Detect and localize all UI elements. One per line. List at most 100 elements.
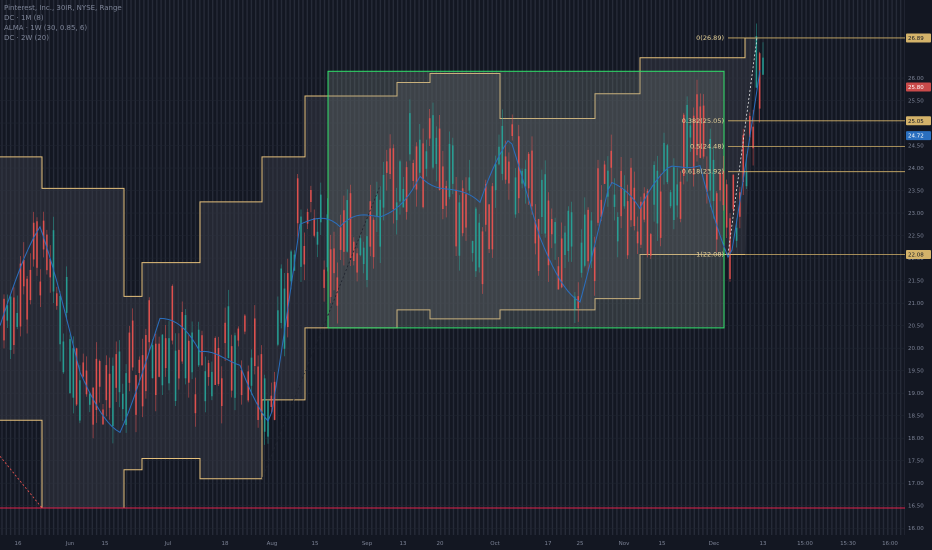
candle-body — [425, 151, 428, 169]
candle-body — [108, 373, 111, 408]
candle-body — [458, 202, 461, 256]
price-tag-label: 22.08 — [908, 253, 924, 259]
candle-body — [468, 177, 471, 191]
candle-body — [643, 193, 645, 220]
candle-body — [626, 201, 629, 256]
candle-body — [95, 358, 98, 411]
x-tick-label: Jul — [164, 541, 172, 547]
candle-body — [527, 153, 530, 189]
y-tick-label: 19.50 — [908, 369, 924, 375]
candle-body — [570, 212, 573, 247]
candle-body — [504, 156, 507, 180]
candle-body — [584, 214, 586, 266]
candle-body — [23, 259, 25, 287]
candle-body — [56, 293, 58, 306]
candle-body — [280, 268, 282, 323]
candle-body — [260, 354, 263, 413]
x-tick-label: Oct — [490, 541, 500, 547]
candle-body — [541, 179, 543, 217]
candle-body — [36, 221, 38, 268]
candle-body — [79, 380, 81, 421]
candle-body — [230, 346, 233, 391]
candle-body — [46, 234, 48, 271]
price-chart[interactable]: 0(26.89) 0.382(25.05) 0.5(24.48) 0.618(23.9… — [0, 0, 932, 550]
price-axis — [905, 0, 932, 550]
candle-body — [475, 208, 477, 272]
candle-body — [379, 199, 381, 247]
candle-body — [161, 334, 164, 386]
candle-body — [323, 269, 325, 288]
candle-body — [646, 190, 649, 255]
candle-body — [224, 322, 226, 344]
candle-body — [131, 320, 134, 368]
candle-body — [524, 168, 527, 187]
candle-body — [270, 395, 273, 407]
candle-body — [636, 231, 639, 244]
candle-body — [174, 350, 177, 402]
candle-body — [122, 393, 124, 410]
candle-body — [382, 174, 385, 208]
candle-body — [148, 300, 150, 343]
price-tag-label: 24.72 — [908, 134, 924, 140]
candle-body — [428, 118, 431, 139]
candle-body — [188, 340, 190, 383]
y-tick-label: 25.50 — [908, 99, 924, 105]
candle-body — [257, 366, 259, 420]
candle-body — [610, 150, 612, 168]
y-tick-label: 23.50 — [908, 189, 924, 195]
candle-body — [118, 351, 121, 393]
candle-body — [135, 375, 137, 415]
candle-body — [673, 167, 675, 220]
price-tag-label: 25.80 — [908, 85, 924, 91]
candle-body — [580, 242, 583, 273]
x-tick-label: 15 — [659, 541, 666, 547]
y-tick-label: 19.00 — [908, 391, 924, 397]
y-tick-label: 23.00 — [908, 211, 924, 217]
candle-body — [735, 227, 738, 241]
y-tick-label: 16.50 — [908, 504, 924, 510]
candle-body — [386, 161, 388, 173]
y-tick-label: 22.50 — [908, 234, 924, 240]
candle-body — [250, 357, 253, 386]
candle-body — [158, 343, 160, 377]
candle-body — [633, 187, 636, 227]
candle-body — [669, 192, 672, 207]
candle-body — [181, 311, 183, 362]
candle-body — [26, 278, 28, 320]
candle-body — [19, 263, 22, 327]
x-tick-label: 13 — [400, 541, 407, 547]
candle-body — [488, 204, 490, 250]
candle-body — [758, 53, 761, 109]
candle-body — [283, 288, 286, 349]
legend-indicator-alma: ALMA · 1W (30, 0.85, 6) — [4, 24, 88, 32]
candle-body — [287, 273, 289, 328]
candle-body — [716, 193, 718, 240]
candle-body — [419, 139, 421, 173]
candle-body — [65, 276, 68, 313]
candle-body — [151, 345, 154, 379]
candle-body — [745, 171, 748, 187]
candle-body — [112, 365, 114, 426]
candle-body — [204, 371, 207, 402]
candle-body — [303, 245, 306, 265]
candle-body — [422, 143, 424, 208]
candle-body — [514, 177, 517, 215]
candle-body — [544, 174, 546, 234]
x-tick-label: 16 — [15, 541, 22, 547]
candle-body — [471, 241, 474, 254]
candle-body — [339, 227, 342, 250]
candle-body — [207, 362, 210, 378]
candle-body — [201, 335, 203, 366]
candle-body — [630, 167, 632, 221]
candle-body — [494, 164, 497, 191]
candle-body — [452, 145, 454, 184]
candle-body — [412, 162, 414, 181]
candle-body — [217, 348, 220, 385]
candle-body — [762, 57, 764, 75]
candle-body — [105, 365, 108, 401]
candle-body — [554, 222, 556, 244]
x-tick-label: 20 — [437, 541, 444, 547]
range-rectangle — [327, 70, 725, 329]
candle-body — [511, 124, 513, 136]
candle-body — [481, 231, 484, 285]
